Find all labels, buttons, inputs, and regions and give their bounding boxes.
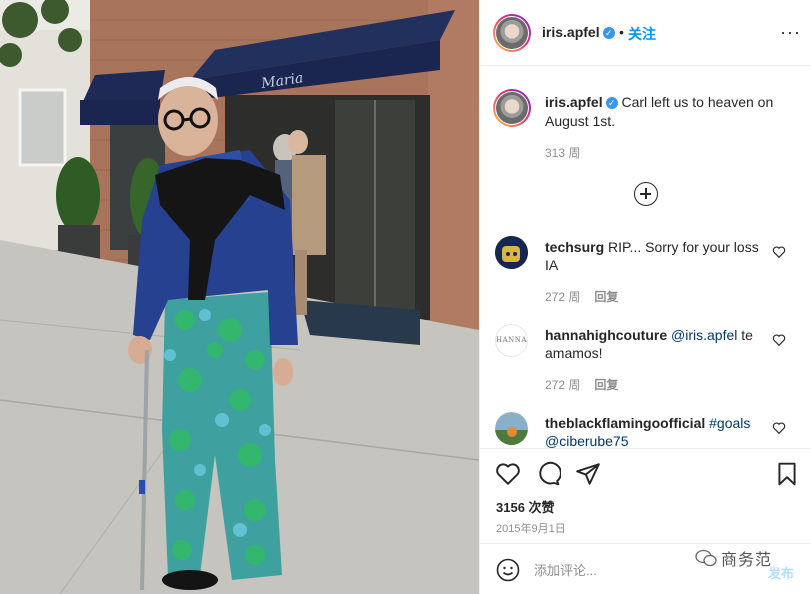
comment-meta: 272 周回复: [545, 288, 618, 305]
follow-button[interactable]: 关注: [628, 24, 656, 44]
load-more-comments-icon[interactable]: [634, 182, 658, 206]
comment-mention[interactable]: @iris.apfel: [671, 327, 737, 343]
commenter-username[interactable]: theblackflamingoofficial: [545, 415, 705, 431]
verified-badge-icon: ✓: [605, 97, 618, 110]
post-date: 2015年9月1日: [496, 523, 566, 535]
comment-like-heart-icon[interactable]: [772, 421, 786, 435]
save-bookmark-icon[interactable]: [774, 461, 800, 487]
caption-timestamp[interactable]: 313 周: [545, 144, 580, 161]
post-photo: Maria: [0, 0, 479, 594]
header-separator: •: [619, 24, 624, 40]
comment-text: techsurg RIP... Sorry for your loss IA: [545, 238, 765, 274]
author-avatar[interactable]: [493, 14, 531, 52]
commenter-avatar[interactable]: HANNA: [495, 324, 528, 357]
post-caption: iris.apfel ✓ Carl left us to heaven on Au…: [545, 93, 795, 131]
watermark: 商务范: [695, 546, 772, 572]
post-actions: 3156 次赞 2015年9月1日: [480, 448, 811, 544]
commenter-username[interactable]: hannahighcouture: [545, 327, 667, 343]
comment-text: theblackflamingoofficial #goals @ciberub…: [545, 414, 765, 450]
author-username[interactable]: iris.apfel ✓: [542, 24, 615, 40]
commenter-avatar[interactable]: [495, 236, 528, 269]
share-send-icon[interactable]: [575, 461, 601, 487]
wechat-logo-icon: [695, 549, 717, 567]
comment-like-heart-icon[interactable]: [772, 333, 786, 347]
author-username-text[interactable]: iris.apfel: [542, 24, 600, 40]
watermark-text: 商务范: [721, 552, 773, 569]
commenter-username[interactable]: techsurg: [545, 239, 604, 255]
comment-text: hannahighcouture @iris.apfel te amamos!: [545, 326, 765, 362]
post-header: iris.apfel ✓ • 关注 ···: [480, 0, 811, 66]
caption-username[interactable]: iris.apfel: [545, 94, 603, 110]
emoji-icon[interactable]: [496, 558, 520, 582]
more-options-icon[interactable]: ···: [780, 22, 801, 43]
comment-mention[interactable]: @ciberube75: [545, 433, 629, 449]
avatar-logo-text: HANNA: [496, 336, 527, 344]
comment-meta: 272 周回复: [545, 376, 618, 393]
street-photo: Maria: [0, 0, 479, 594]
like-heart-icon[interactable]: [495, 461, 521, 487]
comment-hashtag[interactable]: #goals: [709, 415, 750, 431]
reply-button[interactable]: 回复: [594, 290, 618, 304]
post-sidebar: iris.apfel ✓ • 关注 ··· iris.apfel ✓ Carl le…: [479, 0, 811, 594]
caption-avatar[interactable]: [493, 89, 531, 127]
commenter-avatar[interactable]: [495, 412, 528, 445]
likes-count[interactable]: 3156 次赞: [496, 497, 555, 516]
reply-button[interactable]: 回复: [594, 378, 618, 392]
comment-bubble-icon[interactable]: [535, 461, 561, 487]
comment-time[interactable]: 272 周: [545, 378, 580, 392]
comment-time[interactable]: 272 周: [545, 290, 580, 304]
comment-like-heart-icon[interactable]: [772, 245, 786, 259]
verified-badge-icon: ✓: [602, 27, 615, 40]
